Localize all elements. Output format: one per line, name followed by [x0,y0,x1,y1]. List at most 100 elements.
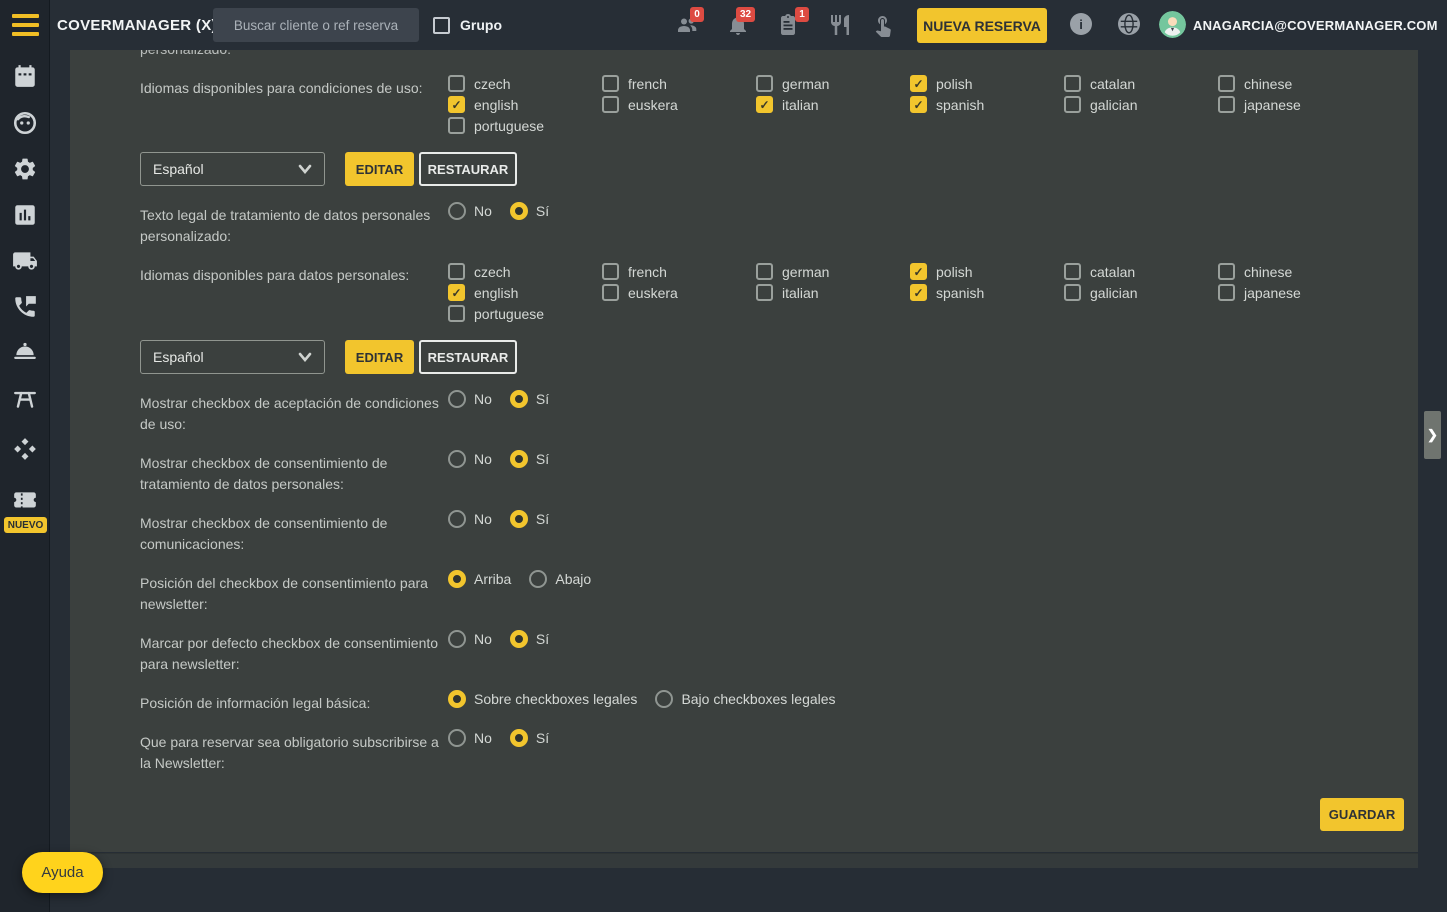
globe-icon[interactable] [1118,13,1140,35]
language-checkbox[interactable]: ✓ polish [910,261,1064,282]
cloche-icon[interactable] [12,340,38,366]
form-row-label: Mostrar checkbox de consentimiento de co… [140,515,388,552]
ticket-icon[interactable] [12,488,38,514]
call-center-icon[interactable] [12,294,38,320]
checkbox-icon: ✓ [602,75,619,92]
radio-option-group: No Sí [448,390,567,408]
language-label: portuguese [474,117,545,134]
radio-icon [448,450,466,468]
radio-option[interactable]: No [448,450,492,468]
language-checkbox[interactable]: ✓ italian [756,94,910,115]
language-checkbox[interactable]: ✓ chinese [1218,261,1372,282]
hand-icon[interactable] [871,13,895,37]
table-icon[interactable] [12,386,38,412]
radio-option[interactable]: No [448,390,492,408]
language-label: chinese [1244,75,1293,92]
sidebar: NUEVO [0,0,50,912]
integrations-icon[interactable] [12,436,38,462]
language-checkbox[interactable]: ✓ english [448,282,602,303]
radio-option-label: Sí [535,203,550,219]
language-checkbox[interactable]: ✓ czech [448,73,602,94]
radio-option[interactable]: No [448,729,492,747]
panel-expand-toggle[interactable]: ❯ [1424,411,1441,459]
language-checkbox[interactable]: ✓ catalan [1064,261,1218,282]
language-checkbox[interactable]: ✓ spanish [910,94,1064,115]
language-select[interactable]: Español [140,340,325,374]
language-checkbox[interactable]: ✓ german [756,73,910,94]
avatar[interactable] [1159,11,1186,38]
calendar-icon[interactable] [12,63,38,89]
radio-option[interactable]: Bajo checkboxes legales [655,690,836,708]
language-select[interactable]: Español [140,152,325,186]
language-checkbox[interactable]: ✓ euskera [602,94,756,115]
language-checkbox[interactable]: ✓ french [602,261,756,282]
radio-option[interactable]: Sí [509,729,549,747]
search-input[interactable] [213,8,419,42]
lang-datos-grid: ✓ czech ✓ english ✓ portuguese ✓ french ✓ euskera… [448,261,1372,324]
info-icon[interactable]: i [1070,13,1092,35]
language-checkbox[interactable]: ✓ czech [448,261,602,282]
language-checkbox[interactable]: ✓ german [756,261,910,282]
restore-button[interactable]: RESTAURAR [419,340,517,374]
radio-option[interactable]: No [448,202,492,220]
radio-option[interactable]: Abajo [529,570,591,588]
chevron-down-icon [298,161,312,177]
help-button[interactable]: Ayuda [22,852,103,893]
radio-option-label: No [474,203,492,219]
radio-icon [448,630,466,648]
radio-icon [448,390,466,408]
language-checkbox[interactable]: ✓ polish [910,73,1064,94]
language-checkbox[interactable]: ✓ italian [756,282,910,303]
language-checkbox[interactable]: ✓ french [602,73,756,94]
radio-icon [509,202,528,220]
checkbox-icon: ✓ [756,284,773,301]
save-button[interactable]: GUARDAR [1320,798,1404,831]
edit-button[interactable]: EDITAR [345,152,414,186]
radio-option[interactable]: Sí [509,390,549,408]
checkbox-icon: ✓ [756,75,773,92]
restore-button[interactable]: RESTAURAR [419,152,517,186]
radio-option[interactable]: Sí [509,450,550,468]
language-checkbox[interactable]: ✓ euskera [602,282,756,303]
radio-option[interactable]: No [448,630,492,648]
covers-face-icon[interactable] [12,110,38,136]
language-select-value: Español [153,161,204,177]
form-row-label: Que para reservar sea obligatorio subscr… [140,734,439,771]
form-row-label: Marcar por defecto checkbox de consentim… [140,635,439,672]
delivery-truck-icon[interactable] [12,248,38,274]
radio-option[interactable]: Sí [509,630,549,648]
checkbox-icon: ✓ [910,263,927,280]
reports-chart-icon[interactable] [12,202,38,228]
brand-menu[interactable]: COVERMANAGER (X) [57,0,234,50]
language-checkbox[interactable]: ✓ portuguese [448,115,602,136]
language-checkbox[interactable]: ✓ japanese [1218,282,1372,303]
grupo-checkbox[interactable]: Grupo [433,0,502,50]
language-checkbox[interactable]: ✓ spanish [910,282,1064,303]
new-reservation-button[interactable]: NUEVA RESERVA [917,8,1047,43]
radio-option-label: Sí [535,451,550,467]
language-checkbox[interactable]: ✓ chinese [1218,73,1372,94]
topbar: COVERMANAGER (X) Grupo 0 32 2 1 NUEVA RE… [0,0,1447,50]
account-menu[interactable]: ANAGARCIA@COVERMANAGER.COM [1193,0,1447,50]
language-checkbox[interactable]: ✓ portuguese [448,303,602,324]
radio-option[interactable]: Sobre checkboxes legales [448,690,637,708]
radio-option-label: Arriba [474,571,512,587]
language-checkbox[interactable]: ✓ japanese [1218,94,1372,115]
language-label: english [474,284,519,301]
settings-gear-icon[interactable] [12,156,38,182]
language-checkbox[interactable]: ✓ english [448,94,602,115]
edit-button[interactable]: EDITAR [345,340,414,374]
radio-option[interactable]: Sí [509,510,549,528]
grupo-label: Grupo [460,17,502,33]
radio-option[interactable]: No [448,510,492,528]
waitlist-badge: 1 [795,7,809,22]
texto-legal-label: Texto legal de tratamiento de datos pers… [140,207,431,244]
restaurant-icon[interactable] [828,13,852,37]
hamburger-menu-icon[interactable] [12,14,39,36]
checkbox-icon: ✓ [602,284,619,301]
language-checkbox[interactable]: ✓ catalan [1064,73,1218,94]
language-checkbox[interactable]: ✓ galician [1064,94,1218,115]
radio-option[interactable]: Arriba [448,570,511,588]
radio-option[interactable]: Sí [509,202,550,220]
language-checkbox[interactable]: ✓ galician [1064,282,1218,303]
